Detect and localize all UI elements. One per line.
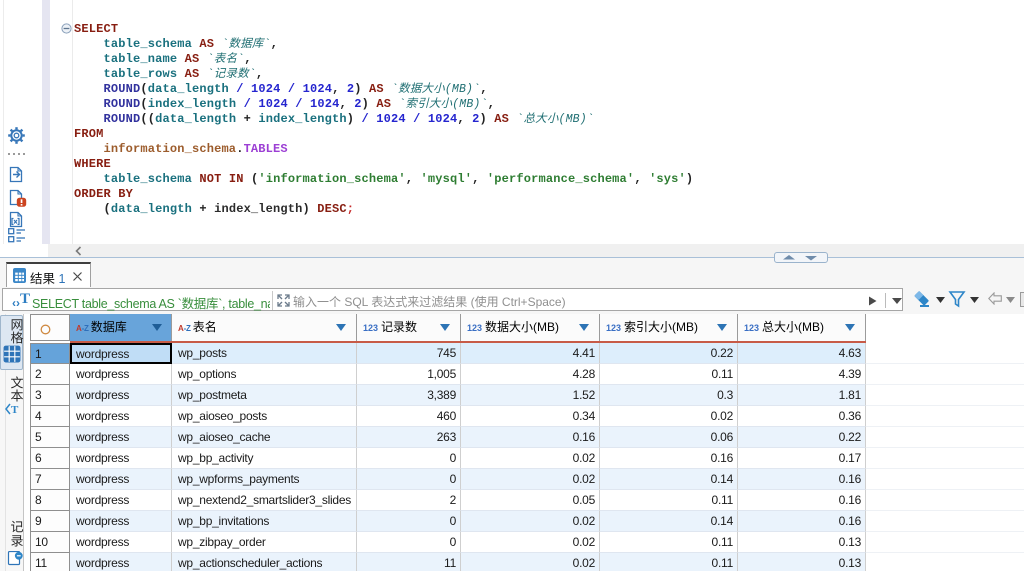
svg-text:T: T (11, 404, 19, 416)
